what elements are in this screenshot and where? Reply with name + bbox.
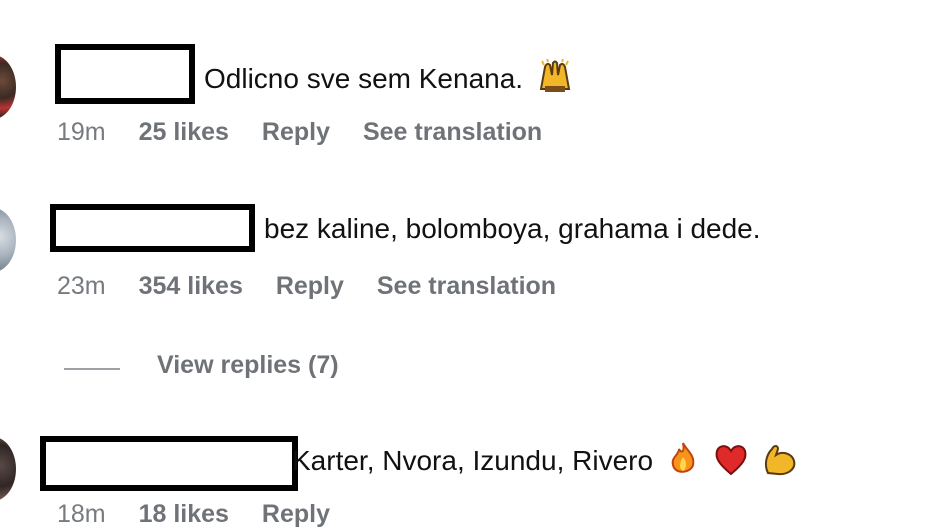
red-heart-emoji-icon: [713, 442, 749, 483]
avatar[interactable]: [0, 437, 16, 501]
avatar[interactable]: [0, 208, 16, 272]
comment-text: Karter, Nvora, Izundu, Rivero: [292, 441, 798, 484]
reply-button[interactable]: Reply: [276, 272, 344, 300]
flexed-biceps-emoji-icon: [762, 441, 798, 484]
comment-meta: 19m 25 likes Reply See translation: [57, 118, 568, 147]
see-translation-link[interactable]: See translation: [363, 118, 542, 146]
comment-body: Odlicno sve sem Kenana.: [204, 62, 524, 94]
fire-emoji-icon: [667, 441, 699, 484]
raising-hands-emoji-icon: [537, 58, 573, 102]
comment-text: bez kaline, bolomboya, grahama i dede.: [264, 213, 761, 244]
timestamp: 19m: [57, 118, 106, 146]
likes-count[interactable]: 25 likes: [139, 118, 229, 146]
redacted-username: [40, 436, 298, 491]
reply-button[interactable]: Reply: [262, 500, 330, 528]
comment-meta: 23m 354 likes Reply See translation: [57, 272, 582, 301]
timestamp: 18m: [57, 500, 106, 528]
see-translation-link[interactable]: See translation: [377, 272, 556, 300]
comment-body: Karter, Nvora, Izundu, Rivero: [292, 444, 654, 476]
likes-count[interactable]: 18 likes: [139, 500, 229, 528]
timestamp: 23m: [57, 272, 106, 300]
redacted-username: [50, 204, 255, 252]
reply-button[interactable]: Reply: [262, 118, 330, 146]
comment-text: Odlicno sve sem Kenana.: [204, 58, 573, 102]
view-replies-button[interactable]: View replies (7): [157, 351, 339, 380]
redacted-username: [55, 44, 195, 104]
view-replies-divider: [64, 368, 120, 370]
avatar[interactable]: [0, 55, 16, 119]
likes-count[interactable]: 354 likes: [139, 272, 243, 300]
